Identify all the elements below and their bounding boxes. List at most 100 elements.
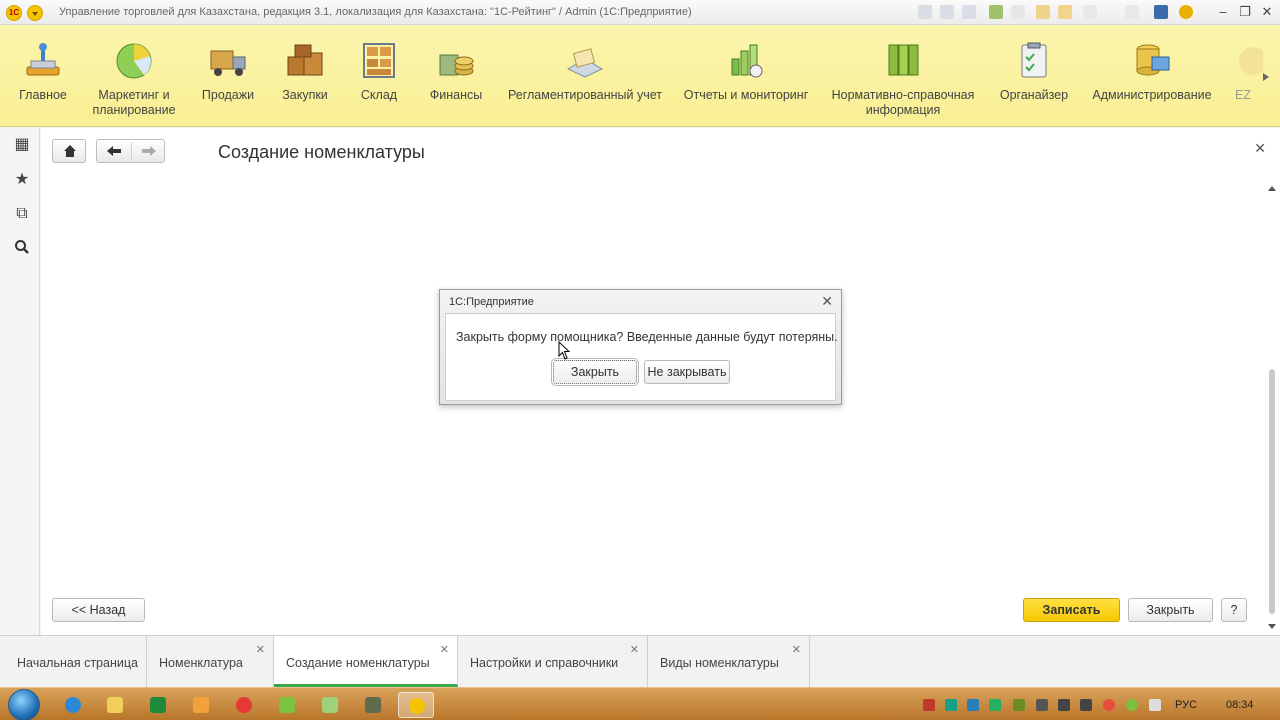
warehouse-shelf-icon [363, 43, 395, 78]
taskbar-ie[interactable] [55, 692, 91, 718]
close-window-button[interactable]: ✕ [1256, 4, 1278, 20]
memory-icon[interactable] [1083, 5, 1097, 19]
taskbar-media[interactable] [183, 692, 219, 718]
clock[interactable]: 08:34 [1226, 699, 1254, 711]
tab-create-nomenclature[interactable]: Создание номенклатуры ✕ [274, 636, 458, 687]
zoom-icon[interactable] [1125, 5, 1139, 19]
dialog-confirm-button[interactable]: Закрыть [551, 358, 639, 386]
ribbon-item-finance[interactable]: Финансы [424, 25, 488, 125]
tab-settings-references[interactable]: Настройки и справочники ✕ [458, 636, 648, 687]
ribbon-label: Регламентированный учет [507, 88, 663, 102]
taskbar-excel[interactable] [140, 692, 176, 718]
taskbar-explorer[interactable] [97, 692, 133, 718]
favorites-add-icon[interactable] [989, 5, 1003, 19]
1c-app-icon [409, 698, 425, 714]
tray-app-icon[interactable] [1126, 699, 1138, 711]
all-functions-icon[interactable]: ▦ [13, 136, 31, 154]
ribbon-item-marketing[interactable]: Маркетинг и планирование [88, 25, 180, 125]
alert-icon[interactable] [1103, 699, 1115, 711]
tray-app-icon[interactable] [923, 699, 935, 711]
taskbar-yandex[interactable] [226, 692, 262, 718]
volume-icon[interactable] [1080, 699, 1092, 711]
ribbon-item-administration[interactable]: Администрирование [1090, 25, 1214, 125]
dialog-close-icon[interactable]: ✕ [821, 293, 833, 310]
tray-app-icon[interactable] [989, 699, 1001, 711]
maximize-button[interactable]: ❐ [1234, 4, 1256, 20]
tab-close-icon[interactable]: ✕ [630, 643, 639, 656]
window-title-bar: 1С Управление торговлей для Казахстана, … [0, 0, 1280, 25]
link-icon[interactable] [1011, 5, 1025, 19]
save-icon[interactable] [918, 5, 932, 19]
preview-icon[interactable] [962, 5, 976, 19]
network-icon[interactable] [1058, 699, 1070, 711]
yandex-browser-icon [236, 697, 252, 713]
ribbon-label: Главное [19, 88, 67, 102]
action-center-icon[interactable] [1149, 699, 1161, 711]
back-arrow-icon[interactable] [97, 140, 131, 162]
close-button[interactable]: Закрыть [1128, 598, 1213, 622]
print-icon[interactable] [940, 5, 954, 19]
user-icon [279, 697, 295, 713]
tab-label: Начальная страница [17, 656, 138, 670]
history-icon[interactable]: ⧉ [13, 205, 31, 223]
calculator-icon[interactable] [1036, 5, 1050, 19]
tab-home-page[interactable]: Начальная страница [5, 636, 147, 687]
ledger-icon [566, 48, 604, 78]
tab-close-icon[interactable]: ✕ [440, 643, 449, 656]
tab-nomenclature-types[interactable]: Виды номенклатуры ✕ [648, 636, 810, 687]
back-button[interactable]: << Назад [52, 598, 145, 622]
dialog-cancel-button[interactable]: Не закрывать [644, 360, 730, 384]
ribbon-item-organizer[interactable]: Органайзер [996, 25, 1072, 125]
ribbon-scroll-right-icon[interactable] [1263, 73, 1273, 81]
scroll-down-icon[interactable] [1268, 624, 1276, 629]
tab-nomenclature[interactable]: Номенклатура ✕ [147, 636, 274, 687]
save-button[interactable]: Записать [1023, 598, 1120, 622]
vertical-scrollbar[interactable] [1267, 184, 1277, 629]
favorites-icon[interactable]: ★ [13, 171, 31, 189]
tray-app-icon[interactable] [1036, 699, 1048, 711]
panels-icon[interactable] [1154, 5, 1168, 19]
close-form-icon[interactable]: ✕ [1254, 140, 1266, 157]
history-nav-buttons [96, 139, 165, 163]
home-button[interactable] [52, 139, 86, 163]
help-button[interactable]: ? [1221, 598, 1247, 622]
info-icon[interactable] [1179, 5, 1193, 19]
ribbon-label: Финансы [429, 88, 483, 102]
app-logo-icon[interactable]: 1С [6, 5, 22, 21]
ribbon-item-purchases[interactable]: Закупки [276, 25, 334, 125]
taskbar-user-app[interactable] [269, 692, 305, 718]
taskbar-1c[interactable] [398, 692, 434, 718]
notes-icon [322, 697, 338, 713]
dialog-body: Закрыть форму помощника? Введенные данны… [445, 313, 838, 401]
tray-app-icon[interactable] [1013, 699, 1025, 711]
ribbon-item-reference-info[interactable]: Нормативно-справочная информация [828, 25, 978, 125]
taskbar-notes[interactable] [312, 692, 348, 718]
ribbon-item-regulated-accounting[interactable]: Регламентированный учет [506, 25, 664, 125]
forward-arrow-icon[interactable] [132, 140, 166, 162]
tray-app-icon[interactable] [967, 699, 979, 711]
tab-label: Настройки и справочники [470, 656, 619, 670]
main-menu-icon[interactable] [27, 5, 43, 21]
taskbar-tools[interactable] [355, 692, 391, 718]
ribbon-item-reports[interactable]: Отчеты и мониторинг [682, 25, 810, 125]
tab-label: Создание номенклатуры [286, 656, 430, 670]
tab-close-icon[interactable]: ✕ [792, 643, 801, 656]
calendar-icon[interactable] [1058, 5, 1072, 19]
tab-close-icon[interactable]: ✕ [256, 643, 265, 656]
ribbon-item-ez[interactable]: EZ [1228, 25, 1263, 125]
scroll-thumb[interactable] [1269, 369, 1275, 614]
excel-icon [150, 697, 166, 713]
start-button[interactable] [8, 689, 40, 720]
bar-chart-icon [731, 44, 763, 78]
scroll-up-icon[interactable] [1268, 186, 1276, 191]
folder-icon [107, 697, 123, 713]
language-indicator[interactable]: РУС [1175, 699, 1197, 711]
ribbon-item-main[interactable]: Главное [10, 25, 76, 125]
minimize-button[interactable]: – [1212, 4, 1234, 20]
ribbon-item-sales[interactable]: Продажи [196, 25, 260, 125]
ribbon-label: EZ [1235, 88, 1251, 102]
ribbon-item-warehouse[interactable]: Склад [352, 25, 406, 125]
tray-app-icon[interactable] [945, 699, 957, 711]
tab-label: Виды номенклатуры [660, 656, 779, 670]
search-icon[interactable] [13, 239, 31, 257]
